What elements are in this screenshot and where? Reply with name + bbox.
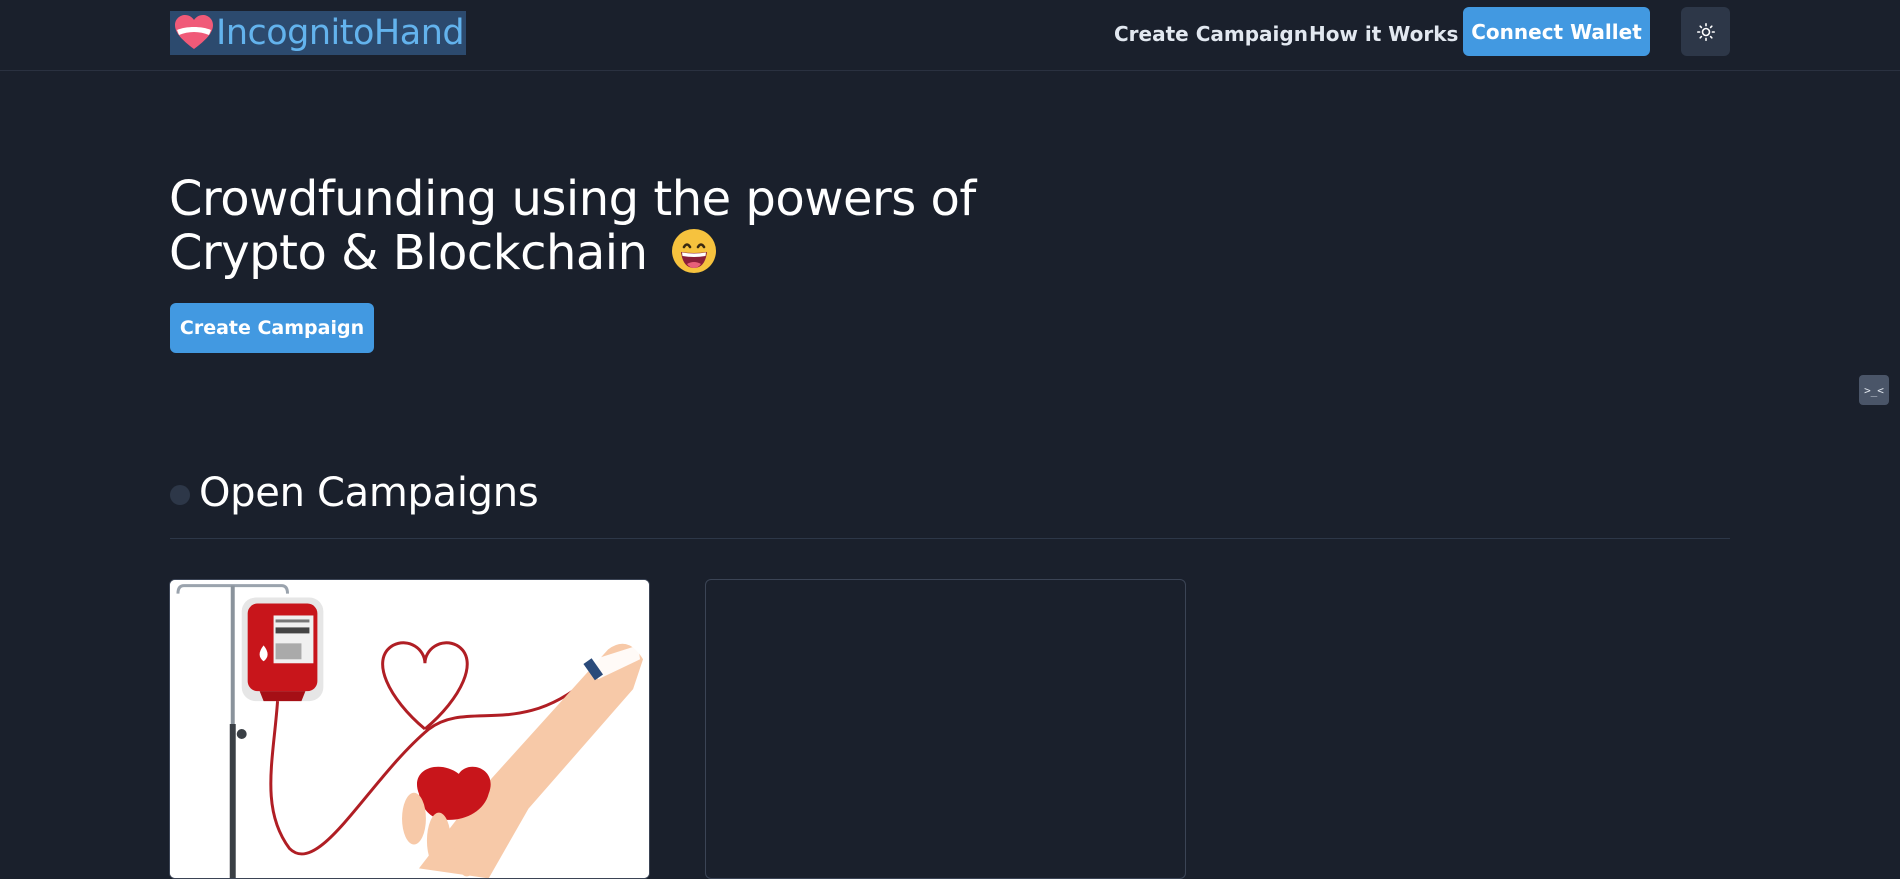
open-campaigns-title: Open Campaigns <box>199 470 539 516</box>
campaign-card[interactable] <box>169 579 650 879</box>
navbar: IncognitoHand Create Campaign How it Wor… <box>0 0 1900 71</box>
nav-how-it-works-link[interactable]: How it Works <box>1309 22 1458 46</box>
sun-icon <box>1696 22 1715 41</box>
heart-logo-icon <box>175 15 213 49</box>
campaign-card-placeholder[interactable] <box>705 579 1186 879</box>
logo-text: IncognitoHand <box>216 13 465 53</box>
grinning-face-emoji-icon <box>672 229 717 273</box>
nav-create-campaign-link[interactable]: Create Campaign <box>1114 22 1308 46</box>
connect-wallet-button[interactable]: Connect Wallet <box>1463 7 1650 56</box>
section-divider <box>170 538 1730 539</box>
hero-title-line1: Crowdfunding using the powers of <box>169 171 976 227</box>
hero-create-campaign-button[interactable]: Create Campaign <box>170 303 374 353</box>
side-widget-button[interactable]: >_< <box>1859 375 1889 405</box>
section-status-dot <box>170 485 190 505</box>
blood-donation-image <box>170 580 649 878</box>
logo[interactable]: IncognitoHand <box>170 11 467 55</box>
theme-toggle-button[interactable] <box>1681 7 1730 56</box>
hero-title: Crowdfunding using the powers of Crypto … <box>169 172 1029 280</box>
hero-title-line2: Crypto & Blockchain <box>169 225 648 281</box>
